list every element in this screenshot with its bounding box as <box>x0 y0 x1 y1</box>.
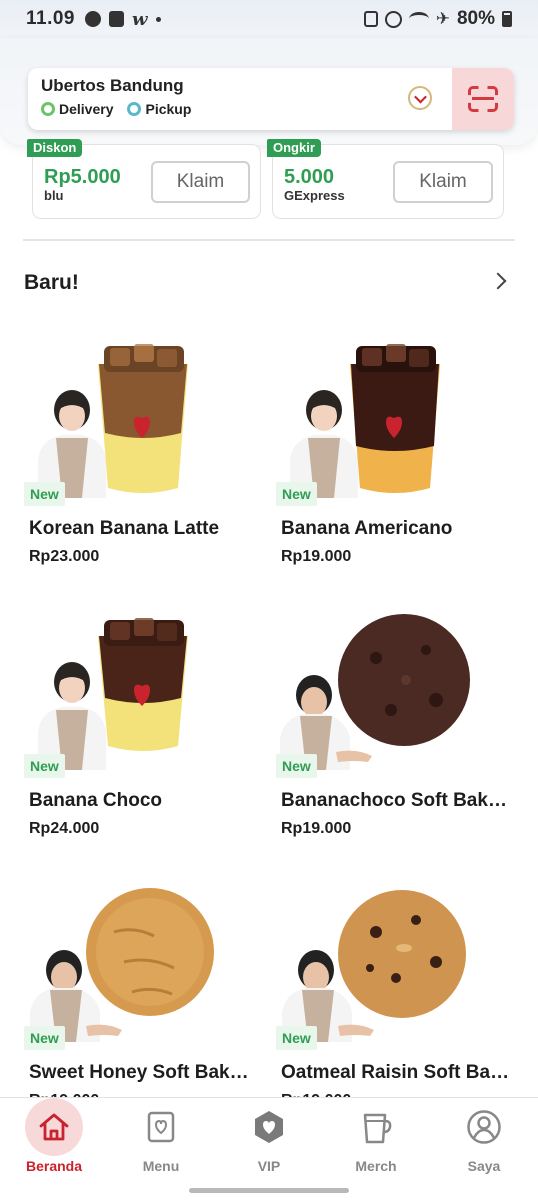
battery-icon <box>502 11 512 27</box>
voucher-tag: Diskon <box>27 139 83 157</box>
product-name: Banana Americano <box>281 518 453 539</box>
chevron-down-icon[interactable] <box>408 86 432 110</box>
nav-label: VIP <box>257 1158 281 1174</box>
product-name: Korean Banana Latte <box>29 518 220 539</box>
product-card[interactable]: New Sweet Honey Soft Baked Cookie Rp19.0… <box>24 882 264 1112</box>
shopping-bag-icon <box>109 11 124 27</box>
nav-item-menu[interactable]: Menu <box>111 1098 211 1178</box>
voucher-card-shipping: Ongkir 5.000 GExpress Klaim <box>267 139 504 219</box>
scan-button[interactable] <box>452 68 514 130</box>
chevron-right-icon[interactable] <box>489 272 507 290</box>
scan-icon <box>468 86 498 112</box>
nav-label: Merch <box>355 1158 397 1174</box>
menu-icon <box>132 1098 190 1156</box>
product-card[interactable]: New Banana Americano Rp19.000 <box>276 338 516 568</box>
airplane-icon: ✈ <box>435 9 450 28</box>
alarm-icon <box>384 10 402 28</box>
voucher-tag: Ongkir <box>267 139 321 157</box>
voucher-provider: GExpress <box>284 188 345 203</box>
pickup-radio-icon[interactable] <box>127 102 142 116</box>
store-name: Ubertos Bandung <box>41 76 184 95</box>
product-name: Bananachoco Soft Baked Cookie <box>281 790 511 811</box>
voucher-amount: 5.000 <box>284 166 335 188</box>
product-name: Sweet Honey Soft Baked Cookie <box>29 1062 259 1083</box>
notification-icon <box>85 11 101 27</box>
claim-button[interactable]: Klaim <box>393 161 493 203</box>
merch-icon <box>347 1098 405 1156</box>
new-badge: New <box>276 482 317 506</box>
nav-item-saya[interactable]: Saya <box>434 1098 534 1178</box>
product-card[interactable]: New Banana Choco Rp24.000 <box>24 610 264 840</box>
nav-label: Saya <box>467 1158 501 1174</box>
pickup-label[interactable]: Pickup <box>145 101 191 117</box>
status-left-icons: w <box>85 9 161 30</box>
nav-item-beranda[interactable]: Beranda <box>4 1098 104 1178</box>
product-price: Rp19.000 <box>281 548 352 565</box>
status-right-icons: ✈ 80% <box>363 8 512 30</box>
product-name: Oatmeal Raisin Soft Baked Cookie <box>281 1062 511 1083</box>
section-title: Baru! <box>24 271 79 294</box>
voucher-provider: blu <box>44 188 64 203</box>
product-name: Banana Choco <box>29 790 163 811</box>
vip-icon <box>240 1098 298 1156</box>
product-card[interactable]: New Oatmeal Raisin Soft Baked Cookie Rp1… <box>276 882 516 1112</box>
profile-icon <box>455 1098 513 1156</box>
product-card[interactable]: New Korean Banana Latte Rp23.000 <box>24 338 264 568</box>
order-mode-row: Delivery Pickup <box>41 101 191 117</box>
new-badge: New <box>24 1026 65 1050</box>
nav-label: Beranda <box>25 1158 83 1174</box>
gesture-bar[interactable] <box>189 1188 349 1193</box>
home-icon <box>25 1098 83 1156</box>
product-price: Rp19.000 <box>281 820 352 837</box>
nav-item-merch[interactable]: Merch <box>326 1098 426 1178</box>
battery-percent: 80% <box>456 8 495 29</box>
delivery-label[interactable]: Delivery <box>59 101 113 117</box>
bottom-navigation: Beranda Menu VIP Merch Saya <box>0 1097 538 1200</box>
divider <box>23 239 515 241</box>
new-badge: New <box>276 754 317 778</box>
store-selector[interactable]: Ubertos Bandung Delivery Pickup <box>28 68 514 130</box>
wifi-icon <box>408 12 429 26</box>
new-badge: New <box>24 482 65 506</box>
status-time: 11.09 <box>26 8 75 29</box>
new-badge: New <box>24 754 65 778</box>
delivery-radio-icon[interactable] <box>41 102 55 116</box>
product-price: Rp24.000 <box>29 820 100 837</box>
product-price: Rp23.000 <box>29 548 100 565</box>
app-screen: 11.09 w ✈ 80% Ubertos Bandung Delivery P… <box>0 0 538 1200</box>
voucher-amount: Rp5.000 <box>44 166 121 188</box>
product-card[interactable]: New Bananachoco Soft Baked Cookie Rp19.0… <box>276 610 516 840</box>
voucher-card-discount: Diskon Rp5.000 blu Klaim <box>27 139 261 219</box>
w-app-icon: w <box>132 8 148 30</box>
sim-icon <box>363 11 378 27</box>
nav-label: Menu <box>142 1158 180 1174</box>
new-badge: New <box>276 1026 317 1050</box>
status-bar: 11.09 w ✈ 80% <box>0 0 538 38</box>
nav-item-vip[interactable]: VIP <box>219 1098 319 1178</box>
claim-button[interactable]: Klaim <box>151 161 250 203</box>
more-notifications-icon <box>155 16 161 22</box>
